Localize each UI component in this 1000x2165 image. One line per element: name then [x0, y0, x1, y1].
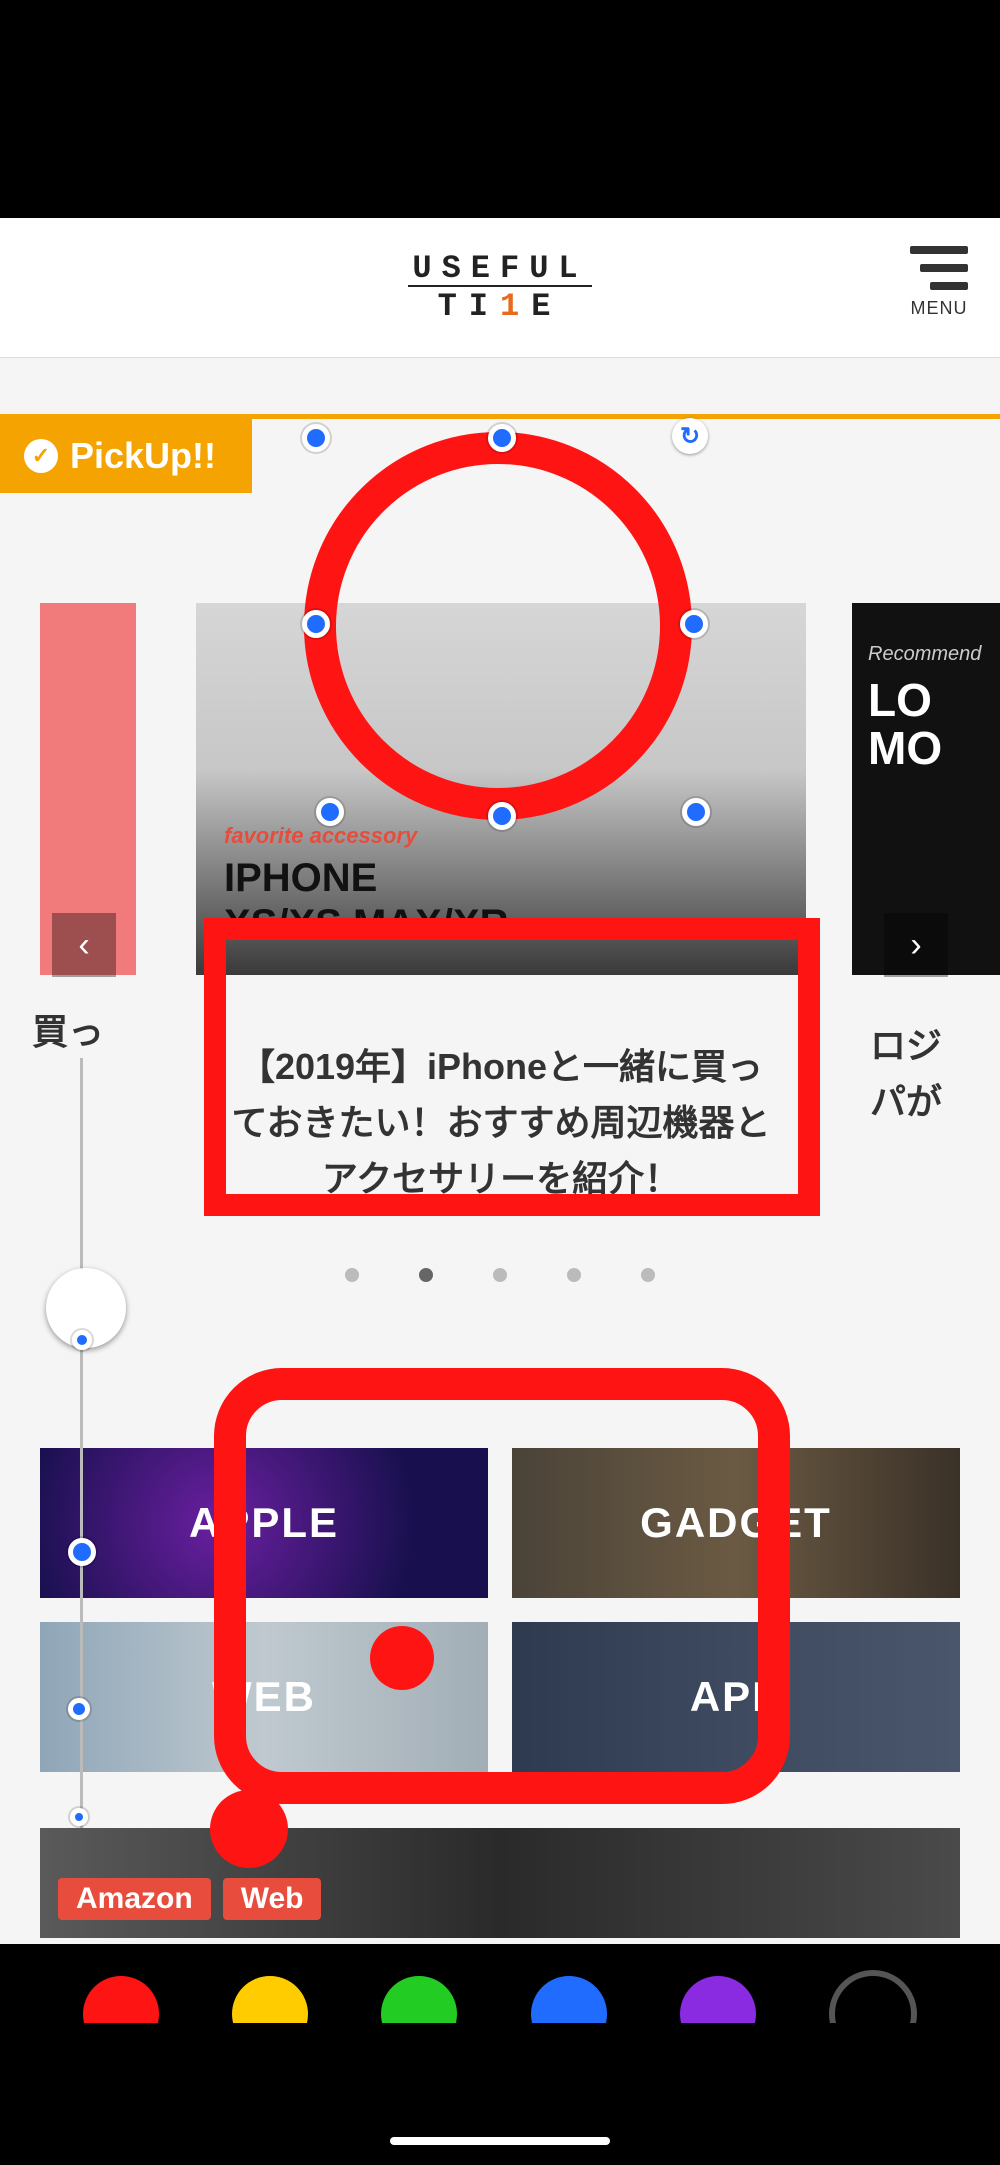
selection-handle[interactable] [302, 610, 330, 638]
color-swatch-yellow[interactable] [232, 1976, 308, 2023]
slide-next-subtitle: Recommend [868, 643, 984, 666]
logo-top-text: USEFUL [408, 253, 591, 287]
menu-label: MENU [911, 298, 968, 319]
selection-handle[interactable] [682, 798, 710, 826]
selection-handle[interactable] [488, 802, 516, 830]
check-icon: ✓ [24, 439, 58, 473]
slider-tick [72, 1330, 92, 1350]
carousel-dot[interactable] [345, 1268, 359, 1282]
chevron-left-icon: ‹ [78, 926, 89, 965]
rotation-handle[interactable]: ↻ [672, 418, 708, 454]
markup-rectangle[interactable] [204, 918, 820, 1216]
carousel-next-caption: ロジ パが [870, 1018, 1000, 1130]
color-swatch-green[interactable] [381, 1976, 457, 2023]
site-header: USEFUL TI1E MENU [0, 218, 1000, 358]
slider-tick [70, 1808, 88, 1826]
carousel-dot[interactable] [641, 1268, 655, 1282]
markup-rounded-rectangle[interactable] [214, 1368, 790, 1804]
markup-dot[interactable] [370, 1626, 434, 1690]
chevron-right-icon: › [910, 926, 921, 965]
hamburger-icon [910, 246, 968, 290]
selection-handle[interactable] [302, 424, 330, 452]
selection-handle[interactable] [680, 610, 708, 638]
home-indicator[interactable] [390, 2137, 610, 2145]
menu-button[interactable]: MENU [910, 246, 968, 319]
rotate-icon: ↻ [680, 422, 700, 451]
pickup-badge: ✓ PickUp!! [0, 419, 252, 493]
color-swatch-black[interactable] [829, 1970, 917, 2023]
selection-handle[interactable] [316, 798, 344, 826]
carousel-dot[interactable] [493, 1268, 507, 1282]
carousel-dot[interactable] [419, 1268, 433, 1282]
carousel-dots [0, 1268, 1000, 1282]
slider-tick [68, 1698, 90, 1720]
article-tag[interactable]: Amazon [58, 1878, 211, 1920]
carousel-prev-button[interactable]: ‹ [52, 913, 116, 977]
article-card[interactable]: Amazon Web [40, 1828, 960, 1938]
markup-circle[interactable] [304, 432, 692, 820]
slide-next-title: LO MO [868, 676, 984, 773]
logo-bottom-text: TI1E [408, 291, 591, 323]
carousel-slide-prev-caption: 買っ [0, 1003, 136, 1055]
carousel-dot[interactable] [567, 1268, 581, 1282]
color-palette [0, 1944, 1000, 2023]
pickup-label: PickUp!! [70, 435, 216, 477]
color-swatch-purple[interactable] [680, 1976, 756, 2023]
markup-dot[interactable] [210, 1790, 288, 1868]
article-tag[interactable]: Web [223, 1878, 322, 1920]
site-logo[interactable]: USEFUL TI1E [408, 253, 591, 323]
selection-handle[interactable] [488, 424, 516, 452]
color-swatch-blue[interactable] [531, 1976, 607, 2023]
carousel-next-button[interactable]: › [884, 913, 948, 977]
slider-tick [68, 1538, 96, 1566]
color-swatch-red[interactable] [83, 1976, 159, 2023]
